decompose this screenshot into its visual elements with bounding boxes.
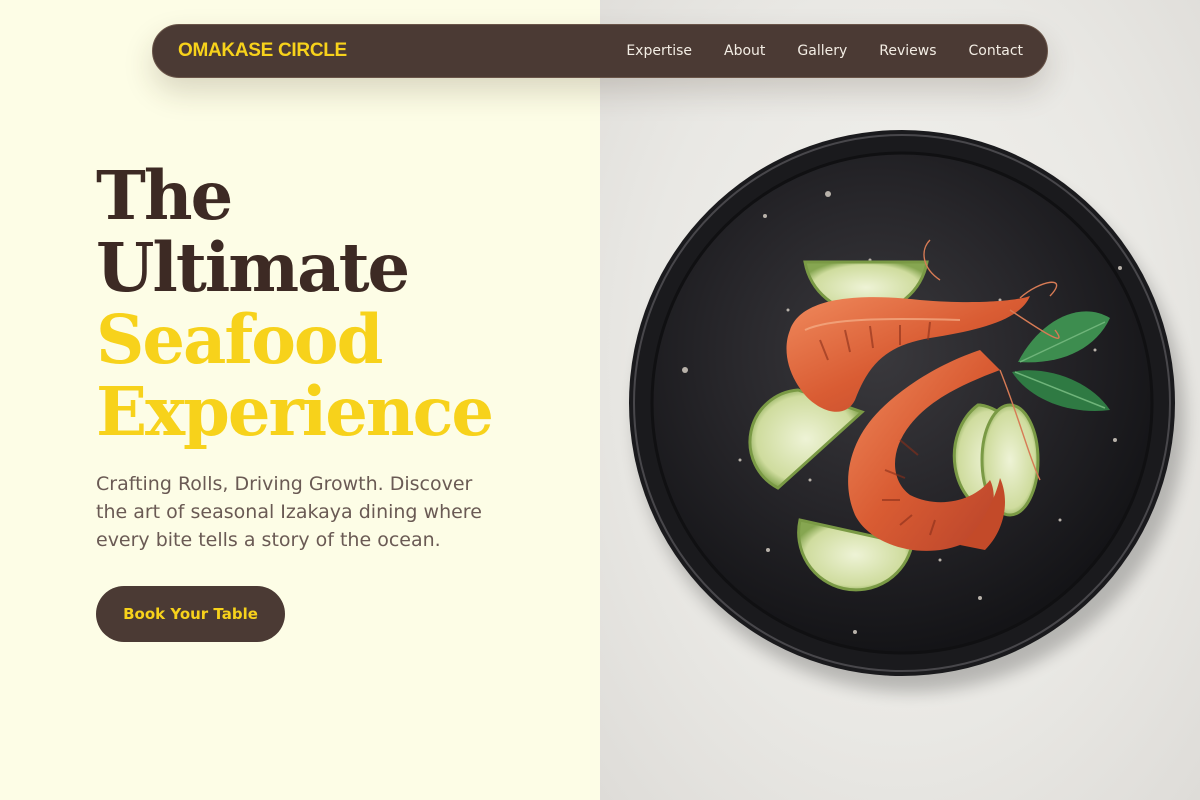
headline-line-2: Ultimate	[96, 228, 410, 307]
nav-item-about[interactable]: About	[724, 43, 765, 59]
hero-headline: The Ultimate Seafood Experience	[96, 160, 566, 448]
hero-image	[600, 0, 1200, 800]
nav-links: Expertise About Gallery Reviews Contact	[626, 43, 1023, 59]
nav-item-gallery[interactable]: Gallery	[797, 43, 847, 59]
shrimp-plate-photo-icon	[629, 130, 1185, 692]
nav-item-expertise[interactable]: Expertise	[626, 43, 692, 59]
brand-logo[interactable]: OMAKASE CIRCLE	[178, 40, 347, 62]
book-table-button[interactable]: Book Your Table	[96, 586, 285, 642]
hero-subtitle: Crafting Rolls, Driving Growth. Discover…	[96, 473, 482, 551]
top-navbar: OMAKASE CIRCLE Expertise About Gallery R…	[152, 24, 1048, 78]
nav-item-contact[interactable]: Contact	[969, 43, 1023, 59]
nav-item-reviews[interactable]: Reviews	[879, 43, 936, 59]
headline-line-3: Seafood	[96, 300, 383, 379]
headline-line-1: The	[96, 156, 233, 235]
hero-section: The Ultimate Seafood Experience Crafting…	[96, 160, 566, 554]
headline-line-4: Experience	[96, 372, 494, 451]
